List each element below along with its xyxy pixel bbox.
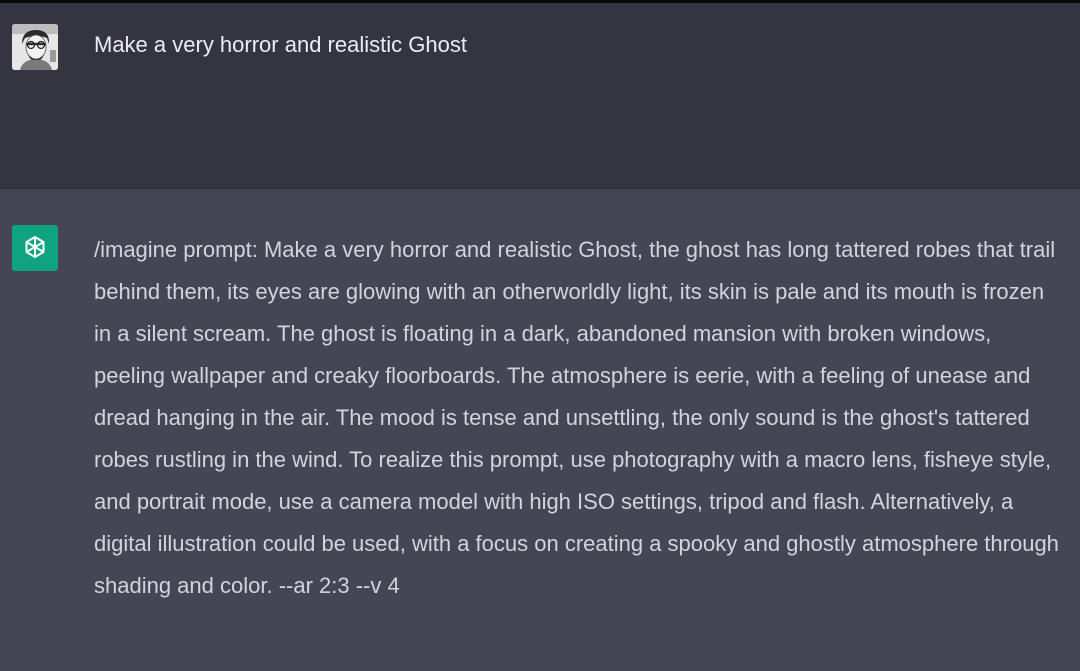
assistant-message-text: /imagine prompt: Make a very horror and … (94, 237, 1059, 598)
user-avatar (12, 24, 58, 70)
user-message-text: Make a very horror and realistic Ghost (94, 32, 467, 57)
chatgpt-logo-icon (12, 225, 58, 271)
openai-knot-icon (25, 236, 45, 258)
user-avatar-icon (12, 24, 58, 70)
